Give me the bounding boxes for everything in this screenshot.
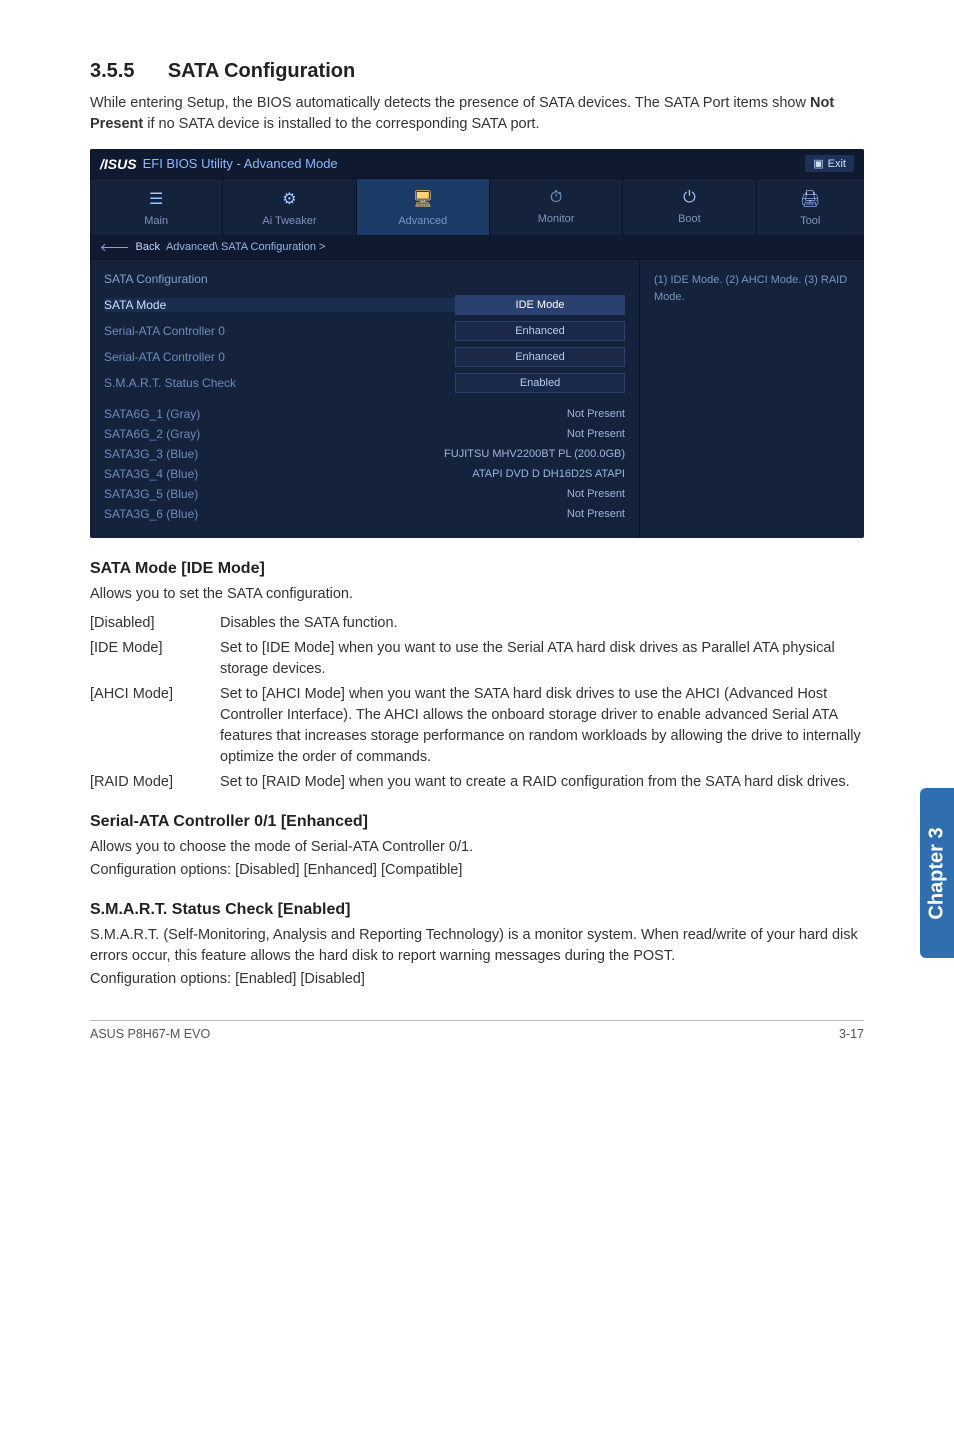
config-label: SATA3G_4 (Blue) xyxy=(104,467,452,481)
config-row: SATA3G_6 (Blue)Not Present xyxy=(90,504,639,524)
tab-advanced[interactable]: 🖥 Advanced xyxy=(357,179,490,235)
bios-tabs: ☰ Main ⚙ Ai Tweaker 🖥 Advanced ⏱ Monitor… xyxy=(90,179,864,235)
config-row[interactable]: S.M.A.R.T. Status CheckEnabled xyxy=(90,370,639,396)
chip-icon: 🖥 xyxy=(361,189,485,209)
chapter-side-tab-label: Chapter 3 xyxy=(926,827,949,919)
bios-body: SATA Configuration SATA ModeIDE ModeSeri… xyxy=(90,260,864,538)
breadcrumb-path: Advanced\ SATA Configuration > xyxy=(166,241,326,253)
config-label: SATA6G_2 (Gray) xyxy=(104,427,547,441)
tab-monitor[interactable]: ⏱ Monitor xyxy=(490,179,623,235)
option-value: Disables the SATA function. xyxy=(220,613,864,634)
help-text: (1) IDE Mode. (2) AHCI Mode. (3) RAID Mo… xyxy=(654,274,847,303)
exit-label: Exit xyxy=(828,158,846,170)
option-row: [IDE Mode]Set to [IDE Mode] when you wan… xyxy=(90,638,864,680)
tab-tool[interactable]: 🖨 Tool xyxy=(757,179,864,235)
config-row: SATA6G_2 (Gray)Not Present xyxy=(90,424,639,444)
option-row: [AHCI Mode]Set to [AHCI Mode] when you w… xyxy=(90,684,864,768)
config-value-select[interactable]: Enabled xyxy=(455,373,625,393)
config-row[interactable]: Serial-ATA Controller 0Enhanced xyxy=(90,344,639,370)
tab-label: Boot xyxy=(678,213,701,225)
config-value-text: ATAPI DVD D DH16D2S ATAPI xyxy=(452,468,625,480)
bios-exit-button[interactable]: ▣ Exit xyxy=(805,155,854,172)
page-footer: ASUS P8H67-M EVO 3-17 xyxy=(90,1020,864,1041)
tab-label: Monitor xyxy=(538,213,575,225)
tab-label: Ai Tweaker xyxy=(262,215,316,227)
subhead-sata-mode: SATA Mode [IDE Mode] xyxy=(90,560,864,578)
config-row[interactable]: SATA ModeIDE Mode xyxy=(90,292,639,318)
footer-right: 3-17 xyxy=(839,1027,864,1041)
config-value-text: FUJITSU MHV2200BT PL (200.0GB) xyxy=(424,448,625,460)
breadcrumb: 🡐 Back Advanced\ SATA Configuration > xyxy=(90,235,864,260)
back-button[interactable]: Back xyxy=(136,241,160,253)
config-label: SATA3G_5 (Blue) xyxy=(104,487,547,501)
bios-titlebar: /ISUS EFI BIOS Utility - Advanced Mode ▣… xyxy=(90,149,864,179)
gauge-icon: ⏱ xyxy=(494,189,618,207)
option-key: [Disabled] xyxy=(90,613,220,634)
tab-label: Advanced xyxy=(398,215,447,227)
tab-boot[interactable]: ⏻ Boot xyxy=(623,179,756,235)
config-row: SATA3G_3 (Blue)FUJITSU MHV2200BT PL (200… xyxy=(90,444,639,464)
tab-main[interactable]: ☰ Main xyxy=(90,179,223,235)
config-row: SATA6G_1 (Gray)Not Present xyxy=(90,404,639,424)
exit-icon: ▣ xyxy=(813,157,823,170)
sata-mode-lead: Allows you to set the SATA configuration… xyxy=(90,584,864,605)
smart-line2: Configuration options: [Enabled] [Disabl… xyxy=(90,969,864,990)
bios-help-panel: (1) IDE Mode. (2) AHCI Mode. (3) RAID Mo… xyxy=(639,260,864,538)
config-label: SATA3G_6 (Blue) xyxy=(104,507,547,521)
bios-logo: /ISUS xyxy=(100,156,137,172)
option-row: [Disabled]Disables the SATA function. xyxy=(90,613,864,634)
tool-icon: 🖨 xyxy=(761,189,860,209)
subhead-smart-status: S.M.A.R.T. Status Check [Enabled] xyxy=(90,901,864,919)
config-label: SATA6G_1 (Gray) xyxy=(104,407,547,421)
config-row[interactable]: Serial-ATA Controller 0Enhanced xyxy=(90,318,639,344)
footer-left: ASUS P8H67-M EVO xyxy=(90,1027,210,1041)
power-icon: ⏻ xyxy=(627,189,751,207)
list-icon: ☰ xyxy=(94,189,218,209)
config-value-select[interactable]: Enhanced xyxy=(455,347,625,367)
option-value: Set to [AHCI Mode] when you want the SAT… xyxy=(220,684,864,768)
bios-settings-list: SATA Configuration SATA ModeIDE ModeSeri… xyxy=(90,260,639,538)
serial-ata-line1: Allows you to choose the mode of Serial-… xyxy=(90,837,864,858)
config-value-text: Not Present xyxy=(547,488,625,500)
config-value-select[interactable]: Enhanced xyxy=(455,321,625,341)
option-key: [IDE Mode] xyxy=(90,638,220,680)
option-value: Set to [RAID Mode] when you want to crea… xyxy=(220,772,864,793)
option-value: Set to [IDE Mode] when you want to use t… xyxy=(220,638,864,680)
config-value-text: Not Present xyxy=(547,428,625,440)
gear-icon: ⚙ xyxy=(227,189,351,209)
option-key: [AHCI Mode] xyxy=(90,684,220,768)
tab-label: Main xyxy=(144,215,168,227)
config-label: S.M.A.R.T. Status Check xyxy=(104,376,455,390)
config-row: SATA3G_5 (Blue)Not Present xyxy=(90,484,639,504)
config-section-header: SATA Configuration xyxy=(90,268,639,292)
serial-ata-line2: Configuration options: [Disabled] [Enhan… xyxy=(90,860,864,881)
config-label: SATA3G_3 (Blue) xyxy=(104,447,424,461)
bios-title: EFI BIOS Utility - Advanced Mode xyxy=(143,156,806,171)
config-label: Serial-ATA Controller 0 xyxy=(104,350,455,364)
config-label: Serial-ATA Controller 0 xyxy=(104,324,455,338)
config-value-select[interactable]: IDE Mode xyxy=(455,295,625,315)
bios-panel: /ISUS EFI BIOS Utility - Advanced Mode ▣… xyxy=(90,149,864,538)
config-label: SATA Mode xyxy=(104,298,455,312)
intro-bold: Not Present xyxy=(90,95,834,132)
subhead-serial-ata-controller: Serial-ATA Controller 0/1 [Enhanced] xyxy=(90,813,864,831)
option-row: [RAID Mode]Set to [RAID Mode] when you w… xyxy=(90,772,864,793)
section-title: SATA Configuration xyxy=(168,60,355,82)
config-row: SATA3G_4 (Blue)ATAPI DVD D DH16D2S ATAPI xyxy=(90,464,639,484)
option-key: [RAID Mode] xyxy=(90,772,220,793)
section-intro: While entering Setup, the BIOS automatic… xyxy=(90,93,864,135)
section-number: 3.5.5 xyxy=(90,60,134,82)
chapter-side-tab: Chapter 3 xyxy=(920,788,954,958)
config-value-text: Not Present xyxy=(547,508,625,520)
back-arrow-icon[interactable]: 🡐 xyxy=(100,240,130,254)
tab-ai-tweaker[interactable]: ⚙ Ai Tweaker xyxy=(223,179,356,235)
tab-label: Tool xyxy=(800,215,820,227)
section-heading: 3.5.5 SATA Configuration xyxy=(90,60,864,83)
config-value-text: Not Present xyxy=(547,408,625,420)
smart-line1: S.M.A.R.T. (Self-Monitoring, Analysis an… xyxy=(90,925,864,967)
